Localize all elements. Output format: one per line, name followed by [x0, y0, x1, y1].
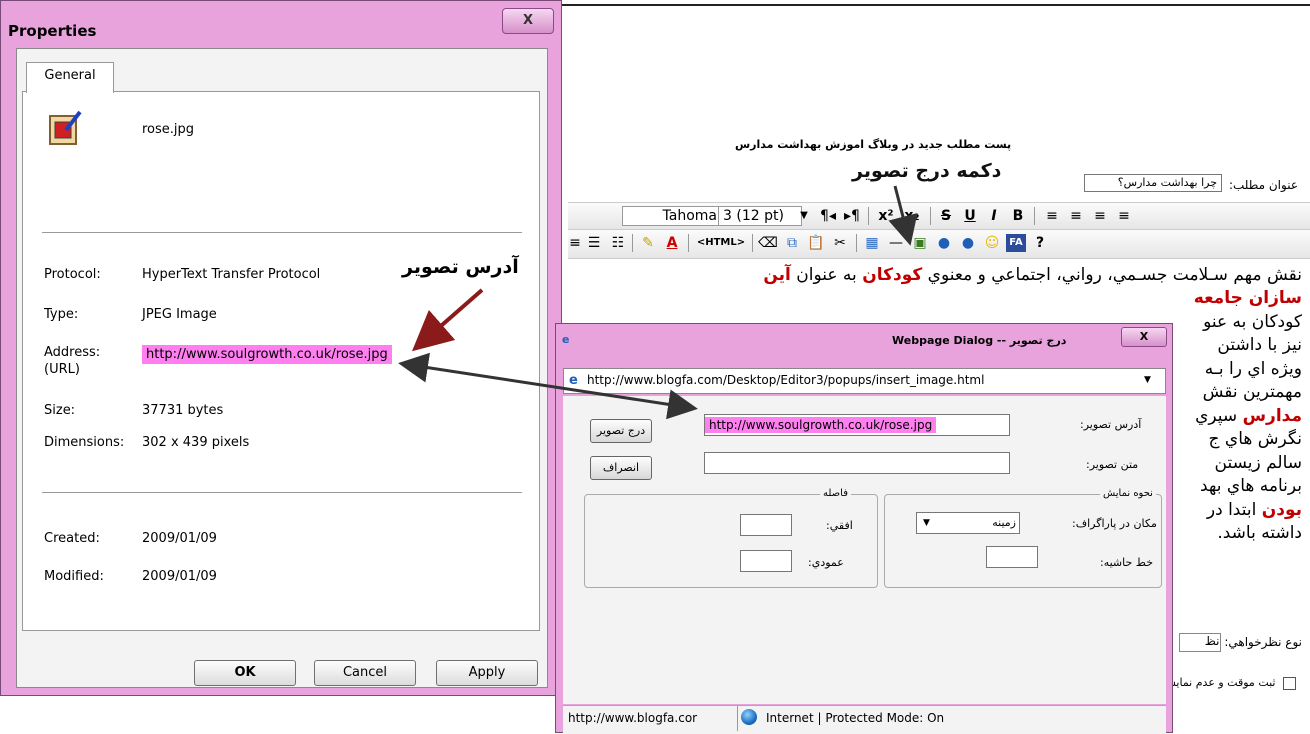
globe-icon: [741, 709, 757, 725]
status-url: http://www.blogfa.cor: [568, 711, 698, 725]
status-separator: [737, 706, 738, 731]
insert-image-annotation-arrow: [888, 185, 918, 246]
address-annotation-arrow: [411, 288, 484, 352]
tab-general[interactable]: General: [26, 62, 114, 93]
address-link-arrow: [398, 352, 698, 420]
annotation-arrows: [398, 185, 918, 420]
status-security-zone: Internet | Protected Mode: On: [766, 711, 945, 725]
